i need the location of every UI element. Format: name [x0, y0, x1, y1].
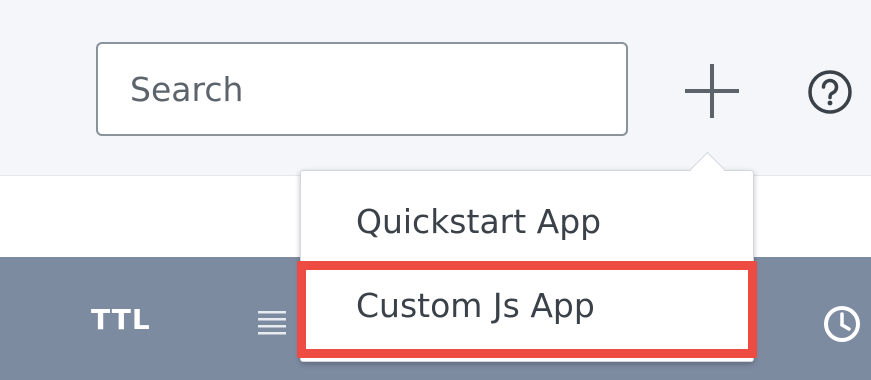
- menu-item-quickstart-app[interactable]: Quickstart App: [301, 179, 753, 263]
- search-box[interactable]: [96, 42, 628, 136]
- ttl-column-header[interactable]: TTL: [91, 303, 151, 336]
- menu-item-custom-js-app[interactable]: Custom Js App: [301, 263, 753, 347]
- help-circle-icon: [808, 70, 852, 114]
- top-header: [0, 0, 871, 176]
- clock-icon[interactable]: [822, 304, 862, 344]
- help-button[interactable]: [806, 68, 854, 116]
- add-button[interactable]: [681, 60, 743, 122]
- search-input[interactable]: [98, 44, 626, 134]
- list-icon[interactable]: [258, 309, 286, 335]
- plus-icon: [685, 64, 739, 118]
- add-app-dropdown: Quickstart App Custom Js App: [300, 151, 754, 362]
